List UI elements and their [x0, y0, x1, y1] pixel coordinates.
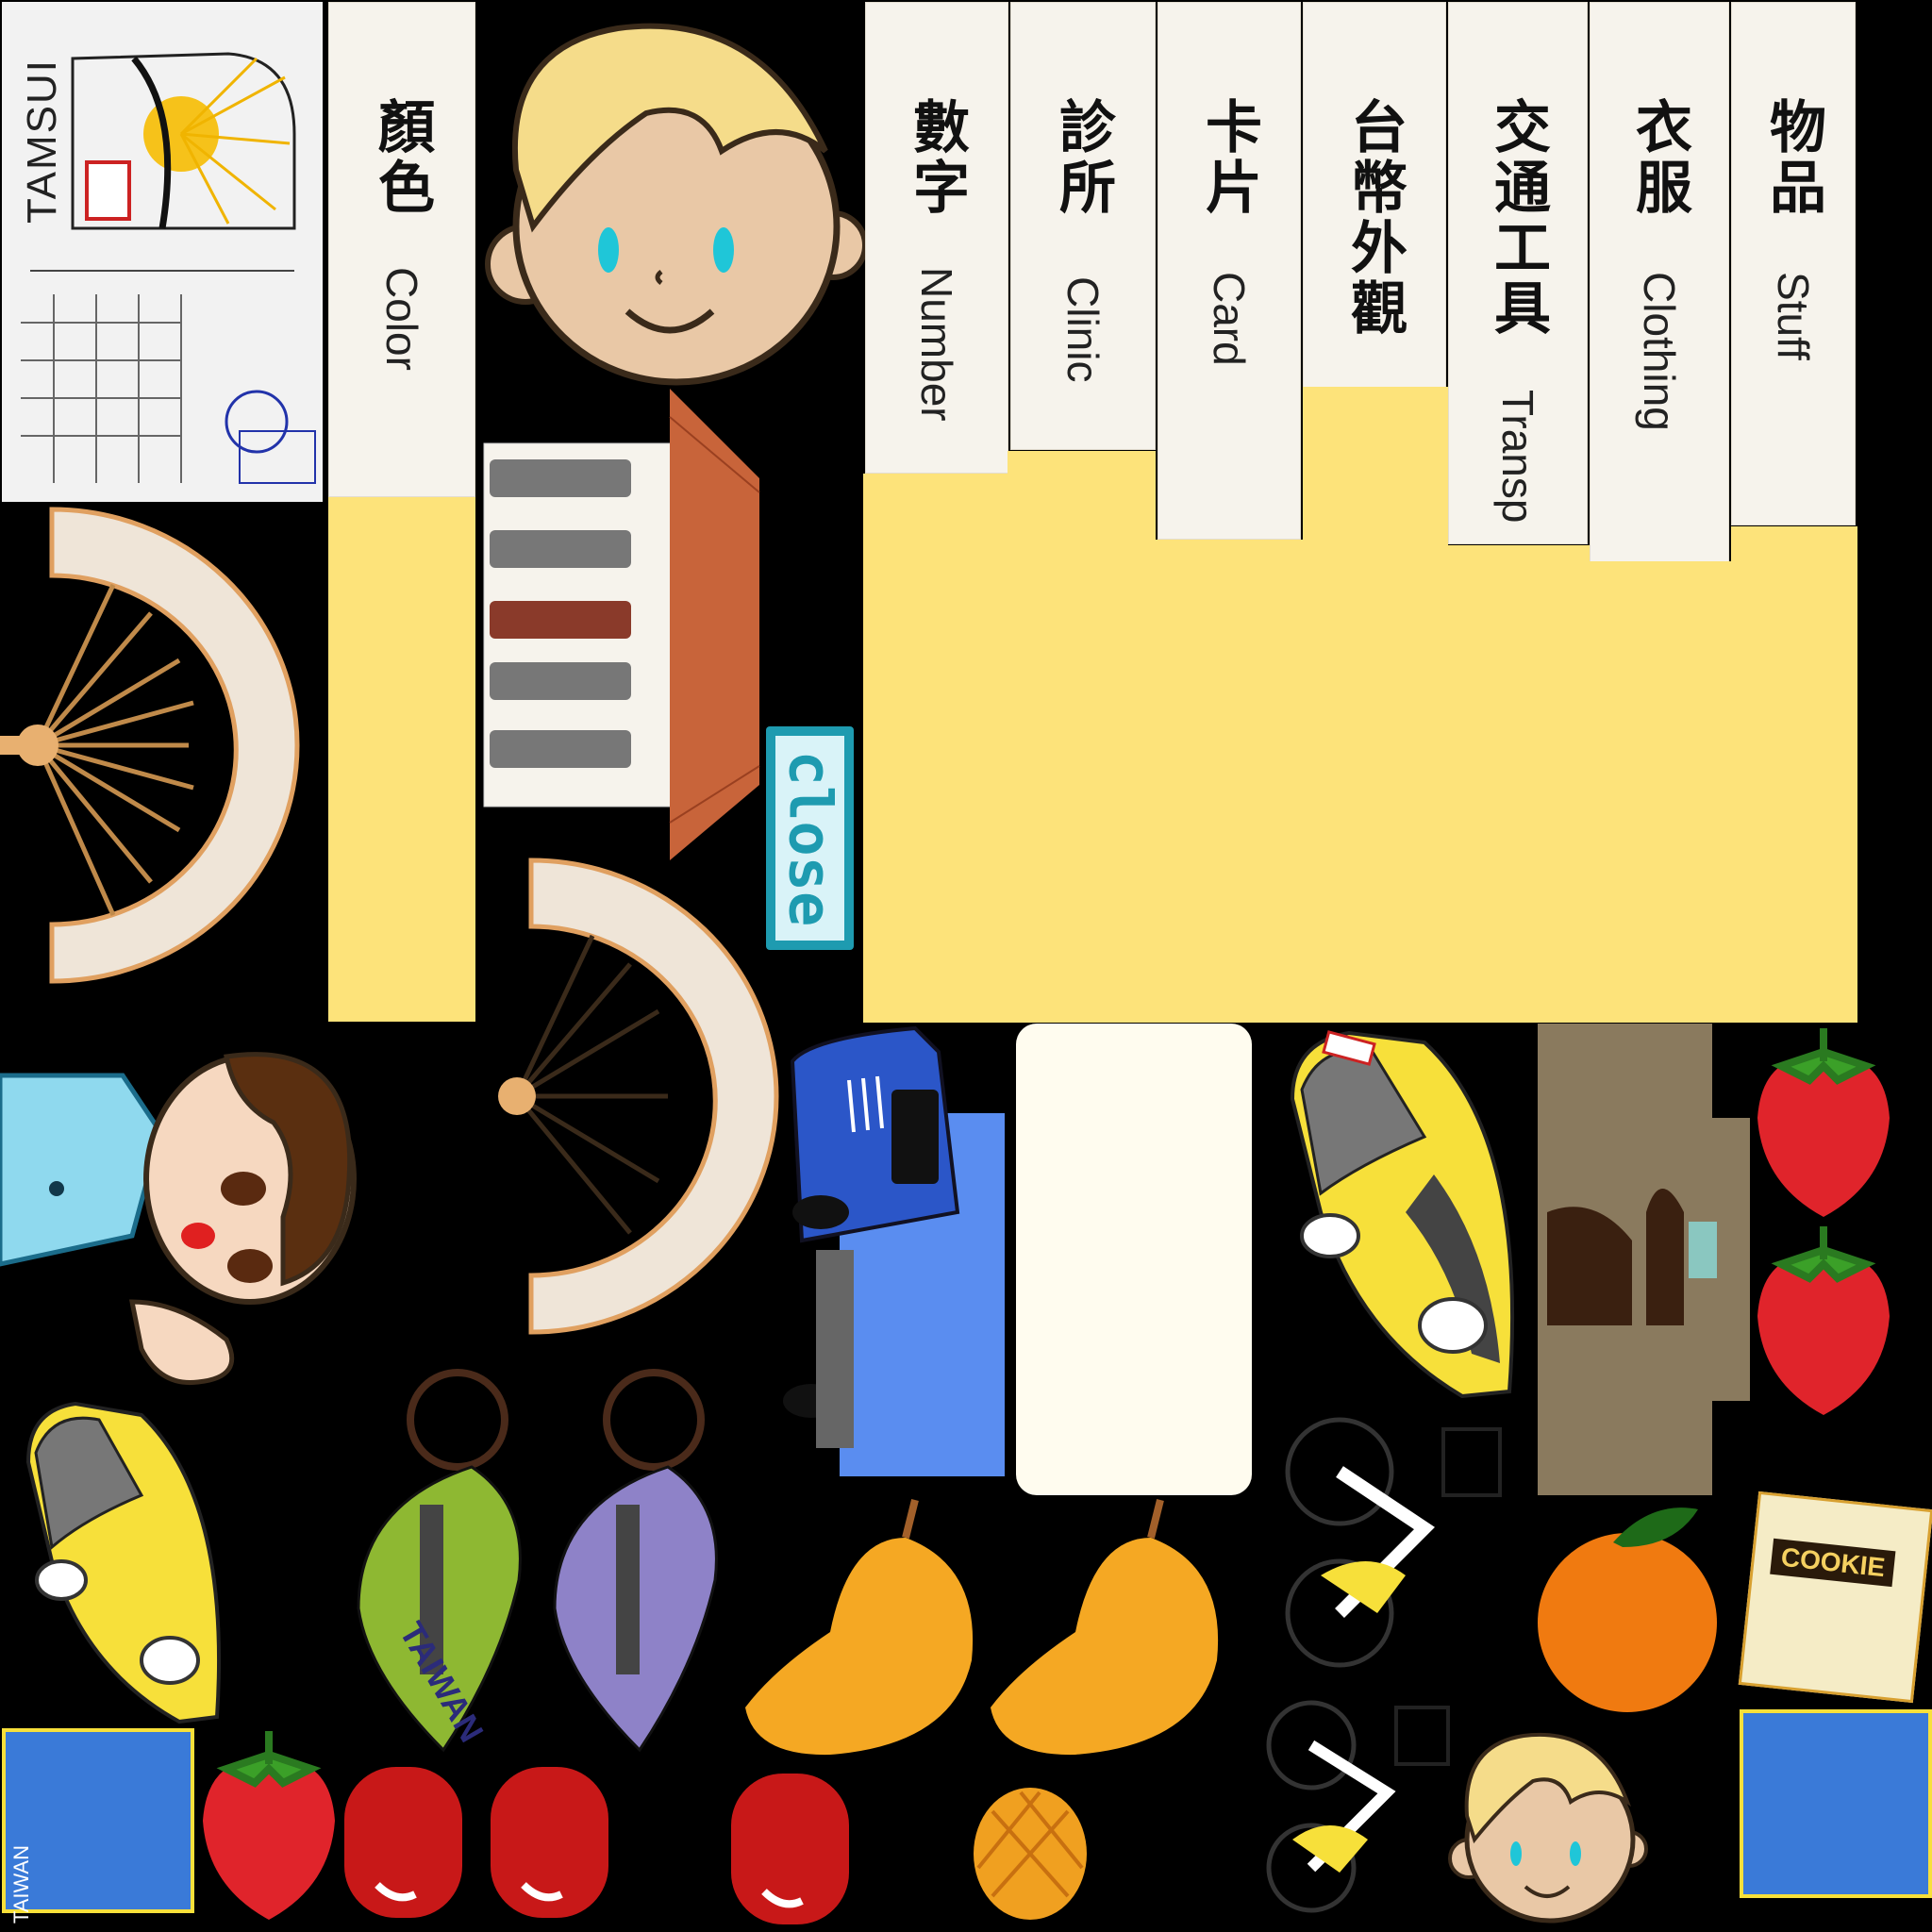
blank-card[interactable]	[1016, 1024, 1252, 1495]
cookie-label: COOKIE	[1770, 1538, 1896, 1588]
tamsui-postcard[interactable]: TAMSUI	[2, 2, 323, 502]
taxi-small	[25, 1401, 221, 1724]
tab-color-zh: 顏色	[368, 97, 435, 218]
tab-stuff-en: Stuff	[1769, 272, 1818, 360]
wax-apple-icon	[344, 1767, 462, 1918]
blue-truck	[783, 1025, 1005, 1476]
paper-fan-icon	[0, 507, 300, 984]
mango-icon	[745, 1499, 974, 1756]
wax-apple-icon	[731, 1774, 849, 1924]
metro-card: TAIWAN	[2, 1728, 194, 1924]
close-button[interactable]: close	[766, 726, 854, 950]
tab-clinic-zh: 診所	[1049, 97, 1116, 218]
cookie-bag: COOKIE	[1738, 1491, 1932, 1704]
taiwan-keychain-purple	[553, 1369, 718, 1753]
bicycle-icon	[1285, 1417, 1502, 1668]
tab-color-en: Color	[377, 267, 426, 371]
category-panel	[863, 387, 1857, 1023]
tab-clothing-zh: 衣服	[1625, 97, 1692, 218]
blond-boy-face-large	[485, 23, 868, 386]
taxi-large	[1290, 1030, 1515, 1399]
close-label: close	[775, 750, 844, 926]
bicycle-icon	[1266, 1700, 1450, 1913]
girl-character	[0, 1052, 357, 1386]
tab-stuff-zh: 物品	[1759, 97, 1826, 218]
stone-tunnel	[1538, 1024, 1750, 1495]
tab-card-zh: 卡片	[1195, 97, 1262, 218]
metro-card-2	[1740, 1709, 1932, 1898]
clinic-building	[483, 389, 760, 860]
wax-apple-icon	[491, 1767, 608, 1918]
tab-currency-zh: 台幣外觀	[1341, 97, 1407, 339]
pineapple-bun-icon	[974, 1788, 1087, 1920]
strawberry-icon	[1757, 1226, 1890, 1415]
tab-number-zh: 數字	[903, 97, 970, 218]
tab-color[interactable]: 顏色 Color	[328, 2, 475, 497]
color-panel	[328, 497, 475, 1022]
metro-card-text: TAIWAN	[9, 1845, 33, 1924]
mango-icon	[991, 1499, 1219, 1756]
close-button-face: close	[775, 736, 844, 941]
paper-fan-icon-2	[498, 858, 779, 1335]
tab-clinic-en: Clinic	[1058, 276, 1108, 383]
tab-currency[interactable]: 台幣外觀	[1303, 2, 1446, 389]
tab-clinic[interactable]: 診所 Clinic	[1010, 2, 1156, 450]
postcard-stamp-text: TAMSUI	[19, 58, 65, 224]
strawberry-icon	[1757, 1028, 1890, 1217]
tab-card-en: Card	[1205, 272, 1254, 366]
orange-icon	[1538, 1507, 1717, 1712]
blond-boy-face-small	[1448, 1732, 1648, 1924]
tab-transport-zh: 交通工具	[1484, 97, 1551, 339]
strawberry-icon	[203, 1731, 335, 1920]
